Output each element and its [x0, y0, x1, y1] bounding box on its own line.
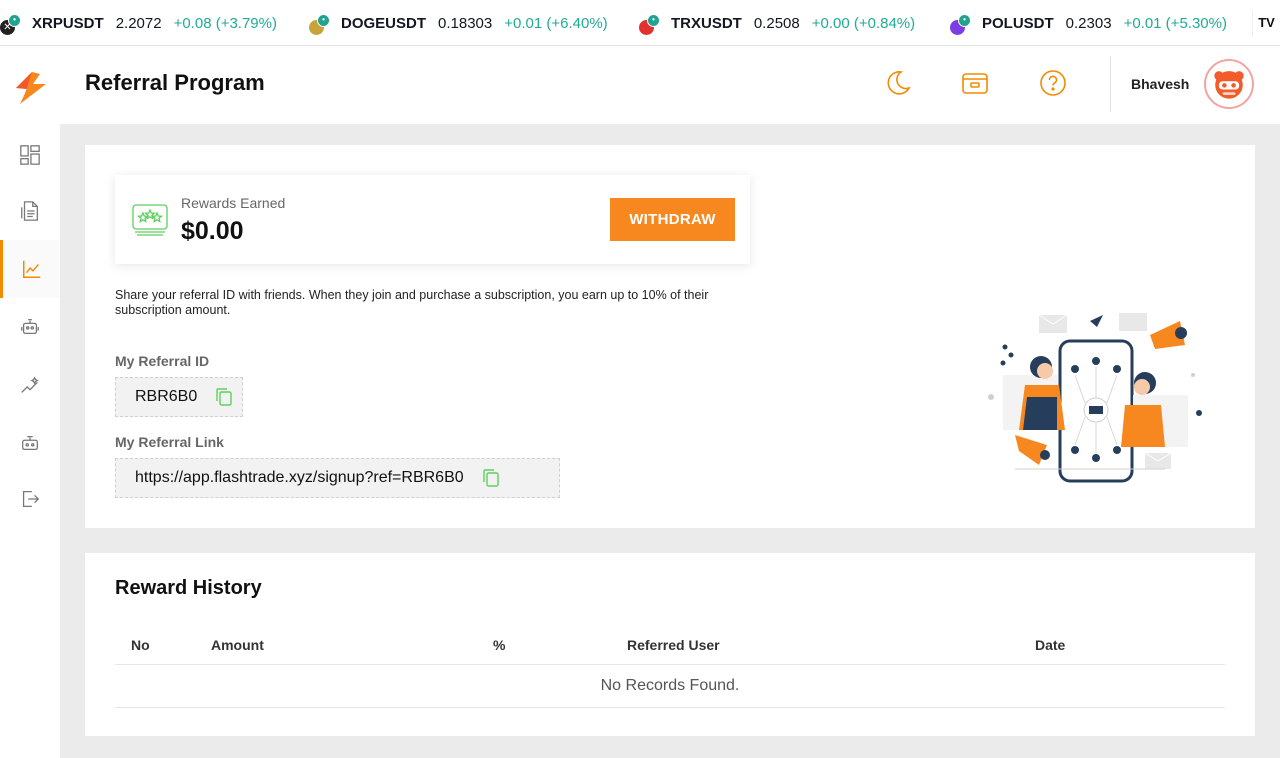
column-header-date[interactable]: Date [1035, 637, 1065, 653]
referral-id-value[interactable]: RBR6B0 [135, 388, 197, 406]
rewards-value: $0.00 [181, 217, 244, 245]
column-header-percent[interactable]: % [493, 637, 505, 653]
sidebar-item-documents[interactable] [0, 182, 60, 240]
ticker-change: +0.01 (+6.40%) [504, 14, 608, 32]
username[interactable]: Bhavesh [1131, 76, 1189, 92]
ticker-item-xrp[interactable]: ✕ • XRPUSDT 2.2072 +0.08 (+3.79%) [0, 0, 277, 45]
xrp-coin-icon: ✕ • [0, 12, 22, 35]
chart-line-icon [22, 260, 40, 278]
robot-alt-icon [22, 435, 38, 451]
ticker-symbol: POLUSDT [982, 14, 1054, 32]
ticker-symbol: TRXUSDT [671, 14, 742, 32]
doge-coin-icon: • [309, 12, 331, 35]
column-header-no[interactable]: No [131, 637, 150, 653]
ticker-change: +0.01 (+5.30%) [1123, 14, 1227, 32]
help-icon[interactable] [1038, 68, 1068, 98]
ticker-symbol: XRPUSDT [32, 14, 104, 32]
sidebar-item-bot[interactable] [0, 298, 60, 356]
sidebar-item-bots[interactable] [0, 414, 60, 472]
moon-icon[interactable] [882, 68, 912, 98]
wallet-icon[interactable] [960, 68, 990, 98]
sparkle-chart-icon [21, 376, 39, 393]
sidebar-item-dashboard[interactable] [0, 126, 60, 184]
table-header-divider [115, 664, 1225, 665]
referral-link-value[interactable]: https://app.flashtrade.xyz/signup?ref=RB… [135, 469, 464, 487]
empty-state-message: No Records Found. [600, 677, 740, 694]
referral-illustration [988, 313, 1202, 483]
ticker-change: +0.00 (+0.84%) [811, 14, 916, 32]
referral-id-label: My Referral ID [115, 353, 210, 369]
logout-icon [22, 491, 40, 507]
sidebar-item-referral[interactable] [0, 240, 60, 298]
sidebar-item-logout[interactable] [0, 470, 60, 528]
copy-icon[interactable] [482, 468, 500, 488]
rewards-box: Rewards Earned $0.00 WITHDRAW [115, 175, 750, 264]
column-header-referred-user[interactable]: Referred User [627, 637, 720, 653]
rewards-label: Rewards Earned [181, 195, 286, 211]
referral-link-label: My Referral Link [115, 434, 224, 450]
ticker-tape: ✕ • XRPUSDT 2.2072 +0.08 (+3.79%) • DOGE… [0, 0, 1280, 46]
avatar[interactable] [1204, 59, 1254, 109]
withdraw-button[interactable]: WITHDRAW [610, 198, 735, 241]
share-description: Share your referral ID with friends. Whe… [115, 288, 709, 317]
page-title: Referral Program [85, 70, 265, 95]
ticker-price: 0.2508 [753, 14, 800, 32]
rewards-stars-icon [132, 204, 168, 236]
header-divider [1110, 56, 1111, 112]
table-row-divider [115, 707, 1225, 708]
referral-card: Rewards Earned $0.00 WITHDRAW Share your… [85, 145, 1255, 528]
referral-link-field: https://app.flashtrade.xyz/signup?ref=RB… [115, 458, 560, 498]
robot-icon [21, 319, 39, 335]
reward-history-card: Reward History No Amount % Referred User… [85, 553, 1255, 736]
column-header-amount[interactable]: Amount [211, 637, 264, 653]
ticker-price: 0.2303 [1065, 14, 1112, 32]
reward-history-title: Reward History [115, 577, 262, 599]
flashtrade-logo-icon[interactable] [12, 70, 48, 106]
referral-id-field: RBR6B0 [115, 377, 243, 417]
pol-coin-icon: • [950, 12, 972, 35]
sidebar [0, 46, 60, 758]
ticker-change: +0.08 (+3.79%) [173, 14, 277, 32]
top-header: Referral Program Bhavesh [60, 46, 1280, 124]
avatar-robot-icon [1214, 71, 1244, 99]
ticker-item-trx[interactable]: • TRXUSDT 0.2508 +0.00 (+0.84%) [639, 0, 916, 45]
document-icon [21, 201, 38, 221]
ticker-item-pol[interactable]: • POLUSDT 0.2303 +0.01 (+5.30%) [950, 0, 1227, 45]
copy-icon[interactable] [215, 387, 233, 407]
trx-coin-icon: • [639, 12, 661, 35]
ticker-price: 2.2072 [115, 14, 162, 32]
ticker-price: 0.18303 [438, 14, 493, 32]
ticker-symbol: DOGEUSDT [341, 14, 427, 32]
sidebar-item-signals[interactable] [0, 357, 60, 415]
tradingview-logo[interactable]: TV [1252, 10, 1280, 36]
dashboard-icon [20, 145, 40, 165]
ticker-item-doge[interactable]: • DOGEUSDT 0.18303 +0.01 (+6.40%) [309, 0, 608, 45]
